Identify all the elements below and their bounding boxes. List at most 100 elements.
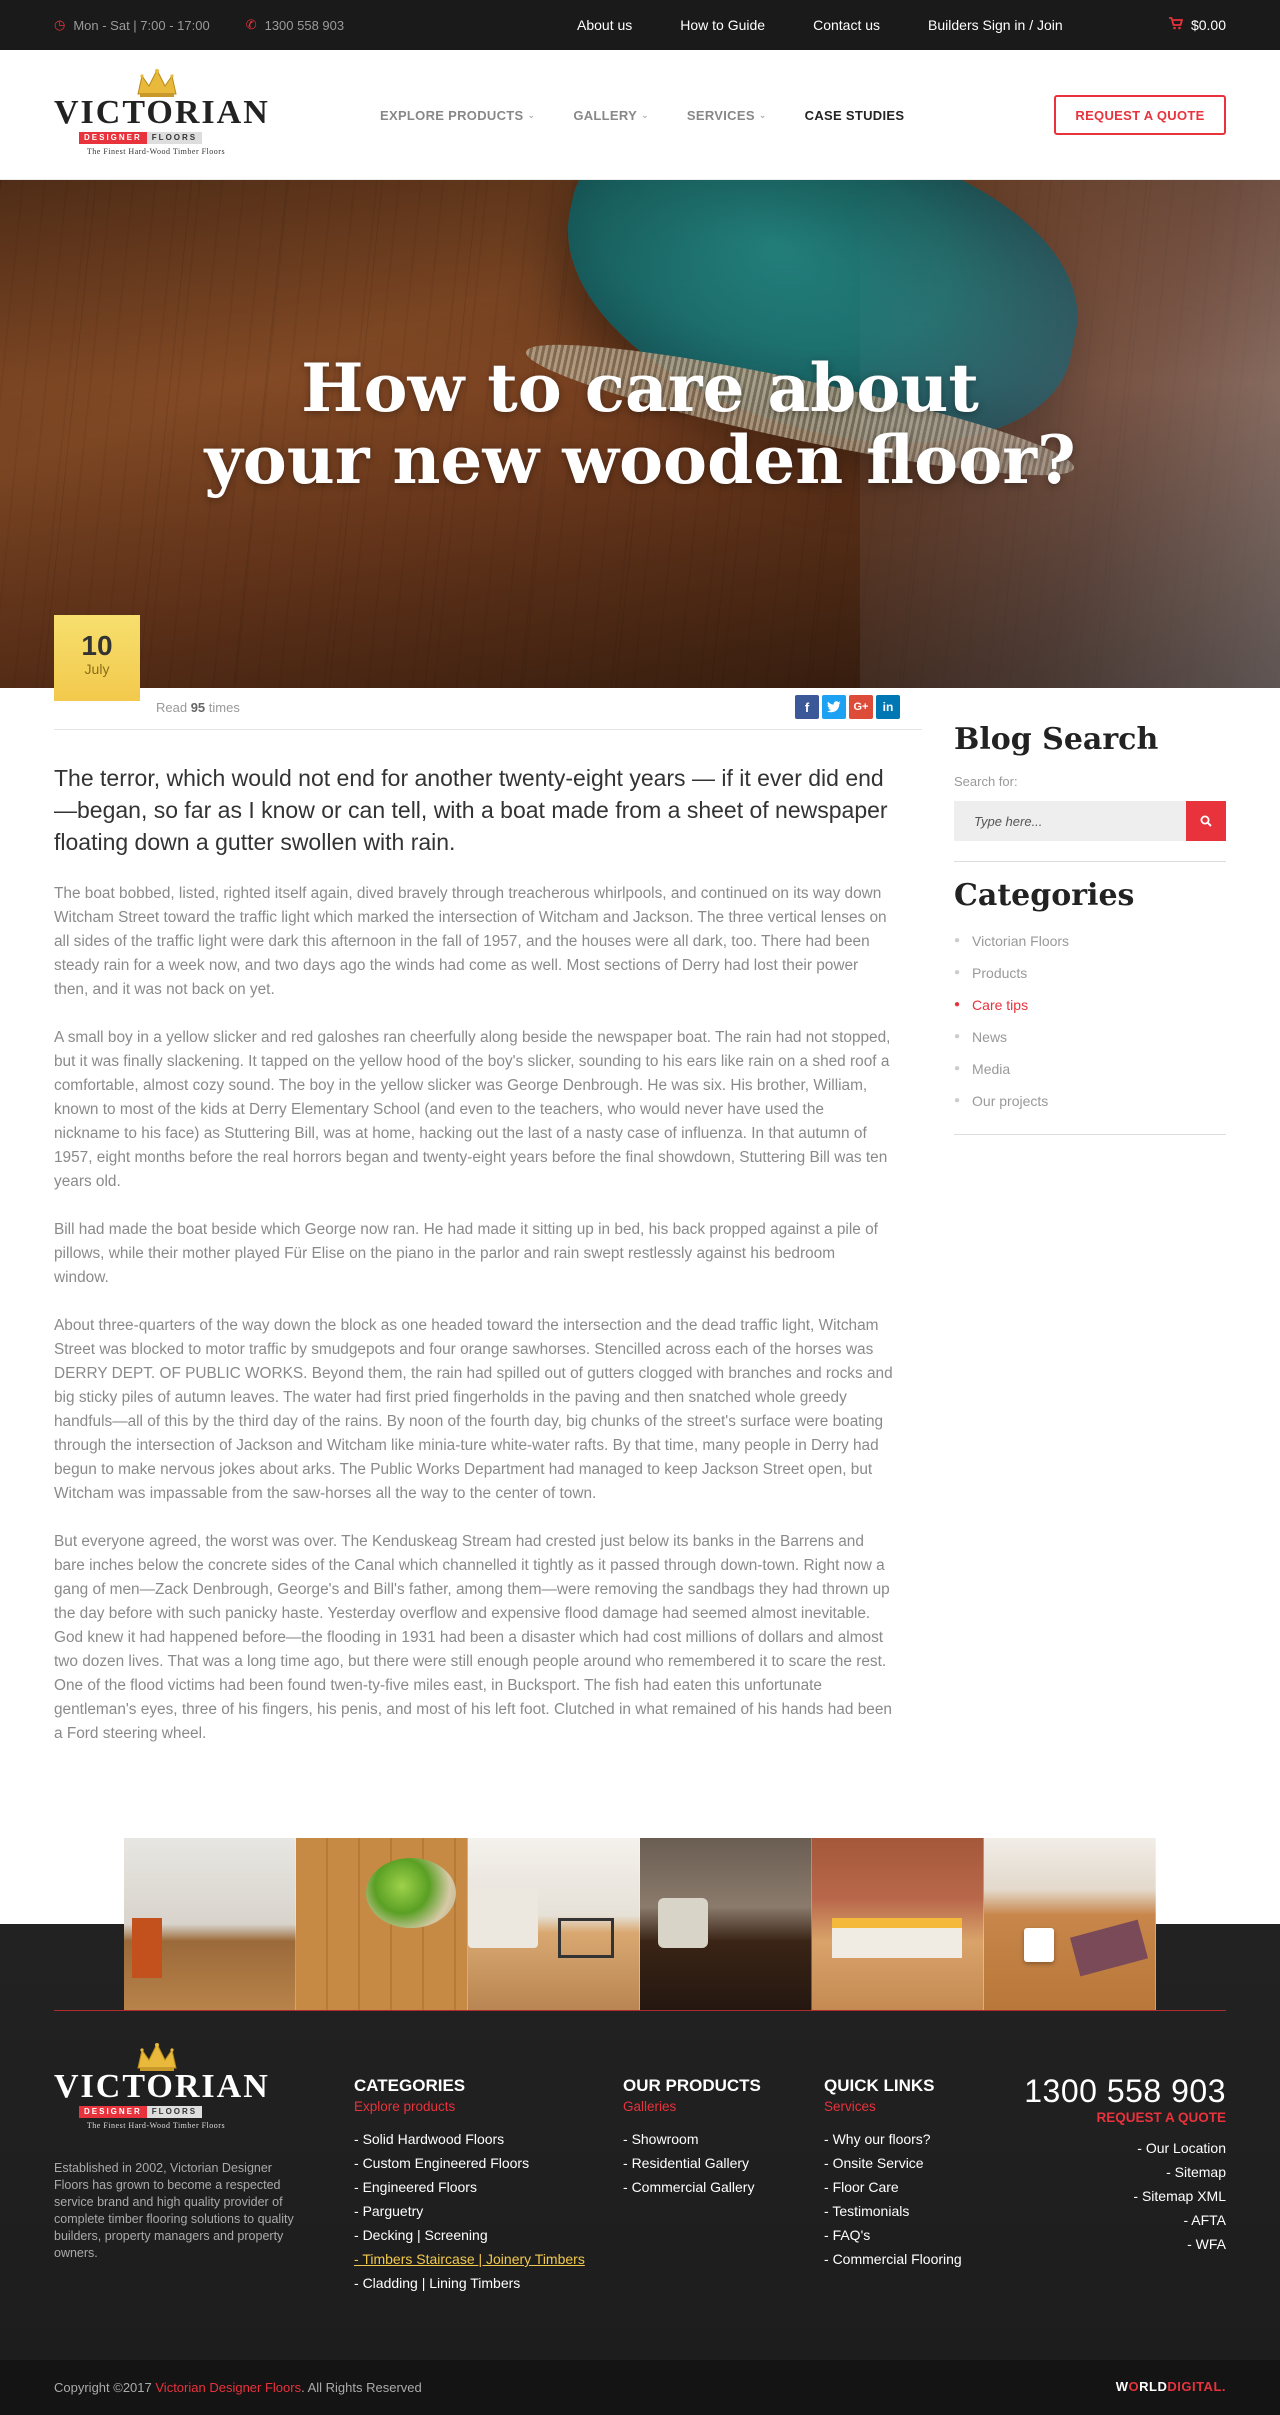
top-nav-about[interactable]: About us bbox=[577, 17, 632, 33]
category-item[interactable]: ● Our projects bbox=[954, 1092, 1226, 1124]
footer-link[interactable]: Our Location bbox=[1024, 2139, 1226, 2163]
chevron-down-icon: ⌄ bbox=[641, 109, 649, 120]
linkedin-icon[interactable]: in bbox=[876, 695, 900, 719]
footer-logo-ribbon: DESIGNER FLOORS bbox=[79, 2106, 203, 2118]
nav-explore-products[interactable]: EXPLORE PRODUCTS ⌄ bbox=[380, 108, 535, 123]
category-item-active[interactable]: ● Care tips bbox=[954, 996, 1226, 1028]
footer-link[interactable]: FAQ's bbox=[824, 2226, 962, 2250]
gallery-image-dark-floor[interactable] bbox=[640, 1838, 812, 2010]
read-prefix: Read bbox=[156, 700, 188, 715]
nav-services-label: SERVICES bbox=[686, 107, 755, 123]
credit-part-accent: O bbox=[1128, 2379, 1140, 2394]
top-nav-contact[interactable]: Contact us bbox=[813, 17, 880, 33]
footer-logo-ribbon-right: FLOORS bbox=[146, 2106, 203, 2118]
footer-request-quote[interactable]: REQUEST A QUOTE bbox=[1024, 2110, 1226, 2125]
cart-button[interactable]: $0.00 bbox=[1168, 0, 1226, 50]
category-item[interactable]: ● News bbox=[954, 1028, 1226, 1060]
category-label: News bbox=[972, 1029, 1008, 1045]
footer-phone[interactable]: 1300 558 903 bbox=[1024, 2074, 1226, 2108]
google-plus-icon[interactable]: G+ bbox=[849, 695, 873, 719]
footer-link[interactable]: Why our floors? bbox=[824, 2130, 962, 2154]
chevron-down-icon: ⌄ bbox=[527, 109, 536, 120]
gallery-image-apples[interactable] bbox=[296, 1838, 468, 2010]
footer-col-contact: 1300 558 903 REQUEST A QUOTE Our Locatio… bbox=[1024, 2074, 1226, 2259]
category-item[interactable]: ● Victorian Floors bbox=[954, 932, 1226, 964]
footer-col-subtitle[interactable]: Galleries bbox=[623, 2099, 761, 2114]
footer-links: Showroom Residential Gallery Commercial … bbox=[623, 2130, 761, 2202]
nav-case-studies[interactable]: CASE STUDIES bbox=[805, 108, 905, 123]
footer-link[interactable]: Onsite Service bbox=[824, 2154, 962, 2178]
footer-link[interactable]: Sitemap bbox=[1024, 2163, 1226, 2187]
footer-link[interactable]: Testimonials bbox=[824, 2202, 962, 2226]
credit-part: W bbox=[1115, 2379, 1129, 2394]
copyright-prefix: Copyright ©2017 bbox=[54, 2380, 152, 2395]
footer-link[interactable]: Decking | Screening bbox=[354, 2226, 585, 2250]
nav-services[interactable]: SERVICES ⌄ bbox=[687, 108, 767, 123]
copyright: Copyright ©2017 Victorian Designer Floor… bbox=[54, 2380, 422, 2395]
nav-gallery[interactable]: GALLERY ⌄ bbox=[573, 108, 649, 123]
footer-link[interactable]: Sitemap XML bbox=[1024, 2187, 1226, 2211]
world-digital-credit[interactable]: WORLDDIGITAL. bbox=[1116, 2379, 1226, 2394]
magazine-shape bbox=[1070, 1919, 1148, 1977]
footer-link-highlighted[interactable]: Timbers Staircase | Joinery Timbers bbox=[354, 2250, 585, 2274]
phone-text[interactable]: 1300 558 903 bbox=[265, 18, 345, 33]
gallery-image-living-room[interactable] bbox=[468, 1838, 640, 2010]
category-label: Products bbox=[972, 965, 1028, 981]
post-date-month: July bbox=[84, 661, 110, 677]
footer-link[interactable]: Commercial Flooring bbox=[824, 2250, 962, 2274]
footer-link[interactable]: Floor Care bbox=[824, 2178, 962, 2202]
post-date-day: 10 bbox=[81, 630, 113, 661]
footer-link[interactable]: Showroom bbox=[623, 2130, 761, 2154]
nav-case-studies-label: CASE STUDIES bbox=[804, 107, 905, 123]
clock-icon: ◷ bbox=[54, 17, 66, 32]
footer-col-subtitle[interactable]: Explore products bbox=[354, 2099, 585, 2114]
bullet-icon: ● bbox=[954, 1031, 961, 1042]
footer-link[interactable]: Parguetry bbox=[354, 2202, 585, 2226]
nav-explore-products-label: EXPLORE PRODUCTS bbox=[380, 107, 524, 123]
table-shape bbox=[558, 1918, 614, 1958]
footer-link[interactable]: WFA bbox=[1024, 2235, 1226, 2259]
top-nav-how-to-guide[interactable]: How to Guide bbox=[680, 17, 765, 33]
request-quote-button[interactable]: REQUEST A QUOTE bbox=[1054, 95, 1226, 135]
gallery-image-hallway[interactable] bbox=[124, 1838, 296, 2010]
post-meta: Read 95 times f G+ in bbox=[54, 688, 922, 730]
category-item[interactable]: ● Media bbox=[954, 1060, 1226, 1092]
footer-logo[interactable]: VICTORIAN DESIGNER FLOORS The Finest Har… bbox=[54, 2042, 268, 2132]
bullet-icon: ● bbox=[954, 967, 961, 978]
gallery-image-mug[interactable] bbox=[984, 1838, 1156, 2010]
footer-link[interactable]: Residential Gallery bbox=[623, 2154, 761, 2178]
footer-link[interactable]: AFTA bbox=[1024, 2211, 1226, 2235]
bullet-icon: ● bbox=[954, 935, 961, 946]
twitter-icon[interactable] bbox=[822, 695, 846, 719]
top-bar: ◷ Mon - Sat | 7:00 - 17:00 ✆ 1300 558 90… bbox=[0, 0, 1280, 50]
footer-links: Our Location Sitemap Sitemap XML AFTA WF… bbox=[1024, 2139, 1226, 2259]
facebook-icon[interactable]: f bbox=[795, 695, 819, 719]
footer-link[interactable]: Engineered Floors bbox=[354, 2178, 585, 2202]
category-item[interactable]: ● Products bbox=[954, 964, 1226, 996]
search-input[interactable] bbox=[954, 801, 1186, 841]
categories-list: ● Victorian Floors ● Products ● Care tips ●… bbox=[954, 932, 1226, 1124]
copyright-brand-link[interactable]: Victorian Designer Floors bbox=[155, 2380, 301, 2395]
article-paragraph: The boat bobbed, listed, righted itself … bbox=[54, 885, 887, 998]
bed-shape bbox=[832, 1918, 962, 1958]
search-button[interactable] bbox=[1186, 801, 1226, 841]
credit-part: RLD bbox=[1139, 2379, 1168, 2394]
hero-title-line2: your new wooden floor? bbox=[204, 421, 1076, 499]
footer-link[interactable]: Solid Hardwood Floors bbox=[354, 2130, 585, 2154]
contact-info: ◷ Mon - Sat | 7:00 - 17:00 ✆ 1300 558 90… bbox=[54, 0, 344, 50]
footer-col-subtitle[interactable]: Services bbox=[824, 2099, 962, 2114]
top-nav-builders-signin[interactable]: Builders Sign in / Join bbox=[928, 17, 1063, 33]
footer-link[interactable]: Cladding | Lining Timbers bbox=[354, 2274, 585, 2298]
search-icon bbox=[1200, 815, 1212, 827]
footer-link[interactable]: Custom Engineered Floors bbox=[354, 2154, 585, 2178]
footer-logo-tagline: The Finest Hard-Wood Timber Floors bbox=[86, 2121, 226, 2130]
sidebar-divider bbox=[954, 861, 1226, 862]
blog-search-title: Blog Search bbox=[954, 722, 1159, 757]
footer-about: Established in 2002, Victorian Designer … bbox=[54, 2161, 294, 2260]
footer-link[interactable]: Commercial Gallery bbox=[623, 2178, 761, 2202]
gallery-image-bedroom[interactable] bbox=[812, 1838, 984, 2010]
phone-contact[interactable]: ✆ 1300 558 903 bbox=[246, 17, 344, 33]
site-logo[interactable]: VICTORIAN DESIGNER FLOORS The Finest Har… bbox=[54, 68, 268, 160]
share-buttons: f G+ in bbox=[795, 695, 900, 719]
article-paragraph: About three-quarters of the way down the… bbox=[54, 1317, 893, 1502]
